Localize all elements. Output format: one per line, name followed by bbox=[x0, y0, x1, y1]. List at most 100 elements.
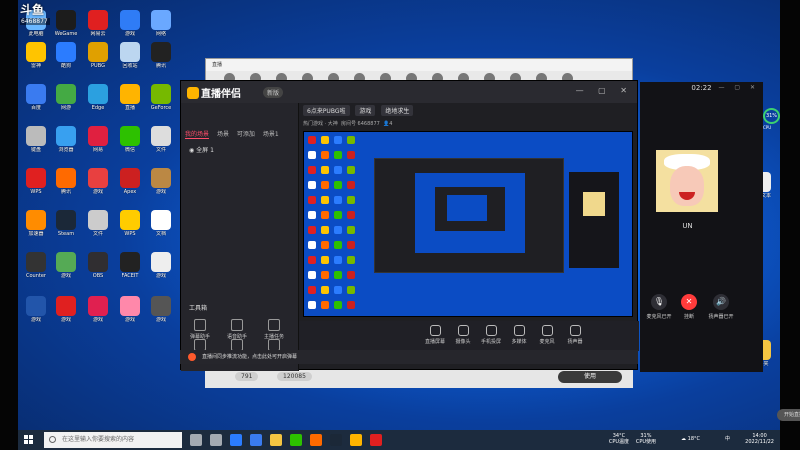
desktop-icon[interactable]: FACEIT bbox=[115, 252, 145, 282]
live-title[interactable]: 6点来PUBG啦 bbox=[303, 105, 350, 116]
app-icon bbox=[120, 252, 140, 272]
desktop-icon-label: 游戏 bbox=[92, 189, 103, 195]
desktop-icon[interactable]: GeForce bbox=[146, 84, 176, 114]
desktop-icon[interactable]: WPS bbox=[21, 168, 51, 198]
preview-call-window bbox=[569, 172, 619, 268]
source-button[interactable]: 直播屏幕 bbox=[421, 325, 449, 345]
windows-start-icon[interactable] bbox=[24, 435, 34, 445]
taskbar-app-icon[interactable] bbox=[330, 434, 342, 446]
desktop-icon[interactable]: 网易云 bbox=[83, 10, 113, 40]
tab-addable[interactable]: 可添加 bbox=[237, 131, 255, 138]
tab-my-scenes[interactable]: 我的场景 bbox=[185, 131, 210, 139]
desktop-icon[interactable]: Edge bbox=[83, 84, 113, 114]
search-placeholder: 在这里输入你要搜索的内容 bbox=[62, 436, 135, 443]
taskbar-app-icon[interactable] bbox=[210, 434, 222, 446]
desktop-icon[interactable]: 加速器 bbox=[21, 210, 51, 240]
desktop-icon[interactable]: 文件 bbox=[83, 210, 113, 240]
preview-icon bbox=[321, 136, 329, 144]
app-icon bbox=[26, 252, 46, 272]
preview-icon bbox=[308, 211, 316, 219]
desktop-icon[interactable]: 文档 bbox=[146, 210, 176, 240]
desktop-icon[interactable]: 雷神 bbox=[21, 42, 51, 72]
app-titlebar[interactable]: 直播伴侣 新版 — ▢ ✕ bbox=[181, 81, 637, 103]
desktop-icon[interactable]: 游戏 bbox=[115, 296, 145, 326]
preview-icon bbox=[308, 136, 316, 144]
desktop-icon[interactable]: WeGame bbox=[51, 10, 81, 40]
desktop-icon[interactable]: 浏览器 bbox=[51, 126, 81, 156]
desktop-icon[interactable]: 百度 bbox=[21, 84, 51, 114]
tool-button[interactable]: 主播任务 bbox=[259, 319, 289, 340]
taskbar-app-icon[interactable] bbox=[250, 434, 262, 446]
source-button[interactable]: 麦克风 bbox=[533, 325, 561, 345]
desktop-icon[interactable]: 游戏 bbox=[146, 296, 176, 326]
app-icon bbox=[56, 84, 76, 104]
source-button[interactable]: 手机投屏 bbox=[477, 325, 505, 345]
taskbar-app-icon[interactable] bbox=[290, 434, 302, 446]
taskbar-search-input[interactable]: 在这里输入你要搜索的内容 bbox=[44, 432, 182, 448]
desktop-icon[interactable]: OBS bbox=[83, 252, 113, 282]
tray-clock[interactable]: 14:00 2022/11/22 bbox=[745, 433, 774, 445]
source-button[interactable]: 摄像头 bbox=[449, 325, 477, 345]
taskbar-app-icon[interactable] bbox=[310, 434, 322, 446]
desktop-icon[interactable]: Counter bbox=[21, 252, 51, 282]
app-version-badge[interactable]: 新版 bbox=[263, 87, 284, 98]
app-notice-bar[interactable]: 直播间同步推流功能，点击此处可开启弹幕 bbox=[180, 350, 638, 364]
use-button[interactable]: 使用 bbox=[558, 371, 622, 383]
desktop-icon[interactable]: 键盘 bbox=[21, 126, 51, 156]
source-button[interactable]: 扬声器 bbox=[561, 325, 589, 345]
desktop-icon[interactable]: 游戏 bbox=[146, 252, 176, 282]
desktop-icon[interactable]: 酷狗 bbox=[51, 42, 81, 72]
desktop-icon[interactable]: 游戏 bbox=[51, 296, 81, 326]
source-button[interactable]: 多媒体 bbox=[505, 325, 533, 345]
taskbar-app-icon[interactable] bbox=[370, 434, 382, 446]
tool-button[interactable]: 弹幕助手 bbox=[185, 319, 215, 340]
desktop-icon[interactable]: Apex bbox=[115, 168, 145, 198]
desktop-icon[interactable]: 游戏 bbox=[83, 168, 113, 198]
speaker-icon: 🔊 bbox=[713, 294, 729, 310]
desktop-icon[interactable]: 腾讯 bbox=[51, 168, 81, 198]
call-control-button[interactable]: ✕ 挂断 bbox=[672, 294, 706, 320]
tool-button[interactable]: 语音助手 bbox=[222, 319, 252, 340]
desktop-icon[interactable]: 游戏 bbox=[115, 10, 145, 40]
watermark-logo: 斗鱼 bbox=[20, 3, 45, 17]
tab-scene-1[interactable]: 场景1 bbox=[263, 131, 279, 138]
desktop-icon[interactable]: 腾讯 bbox=[146, 42, 176, 72]
tab-scenes[interactable]: 场景 bbox=[217, 131, 229, 138]
live-subcategory[interactable]: 绝地求生 bbox=[381, 105, 414, 116]
desktop-icon[interactable]: 直播 bbox=[115, 84, 145, 114]
desktop-icon[interactable]: WPS bbox=[115, 210, 145, 240]
taskbar-app-icon[interactable] bbox=[270, 434, 282, 446]
taskbar-app-icon[interactable] bbox=[190, 434, 202, 446]
desktop-icon-label: GeForce bbox=[150, 105, 172, 111]
desktop-icon[interactable]: 游戏 bbox=[83, 296, 113, 326]
desktop-icon[interactable]: 游戏 bbox=[21, 296, 51, 326]
call-window-controls[interactable]: — ▢ ✕ bbox=[718, 84, 759, 91]
live-category[interactable]: 游戏 bbox=[355, 105, 376, 116]
desktop-icon[interactable]: 文件 bbox=[146, 126, 176, 156]
taskbar-app-icon[interactable] bbox=[350, 434, 362, 446]
tray-weather[interactable]: ☁ 18°C bbox=[681, 436, 700, 442]
desktop-icon[interactable]: 游戏 bbox=[146, 168, 176, 198]
desktop-icon[interactable]: 微信 bbox=[115, 126, 145, 156]
tray-ime[interactable]: 中 bbox=[725, 436, 730, 442]
taskbar-app-icon[interactable] bbox=[230, 434, 242, 446]
desktop-icon[interactable]: 游戏 bbox=[51, 252, 81, 282]
preview-icon bbox=[308, 256, 316, 264]
desktop-icon[interactable]: 网游 bbox=[51, 84, 81, 114]
app-icon bbox=[88, 296, 108, 316]
desktop-icon[interactable]: 网易 bbox=[83, 126, 113, 156]
cpu-load-label: CPU使用 bbox=[635, 439, 656, 445]
app-icon bbox=[88, 10, 108, 30]
call-control-button[interactable]: 🔊 扬声器已开 bbox=[704, 294, 738, 320]
desktop-icon[interactable]: Steam bbox=[51, 210, 81, 240]
app-icon bbox=[120, 84, 140, 104]
desktop-icon[interactable]: 网络 bbox=[146, 10, 176, 40]
start-live-button[interactable]: 开始直播 bbox=[777, 409, 800, 421]
app-window-controls[interactable]: — ▢ ✕ bbox=[576, 86, 633, 95]
source-label: 扬声器 bbox=[567, 339, 583, 345]
scene-item[interactable]: ◉ 全屏 1 bbox=[189, 145, 214, 154]
desktop-icon[interactable]: PUBG bbox=[83, 42, 113, 72]
call-control-button[interactable]: 🎙 麦克风已开 bbox=[642, 294, 676, 320]
app-icon bbox=[88, 126, 108, 146]
desktop-icon[interactable]: 回收站 bbox=[115, 42, 145, 72]
